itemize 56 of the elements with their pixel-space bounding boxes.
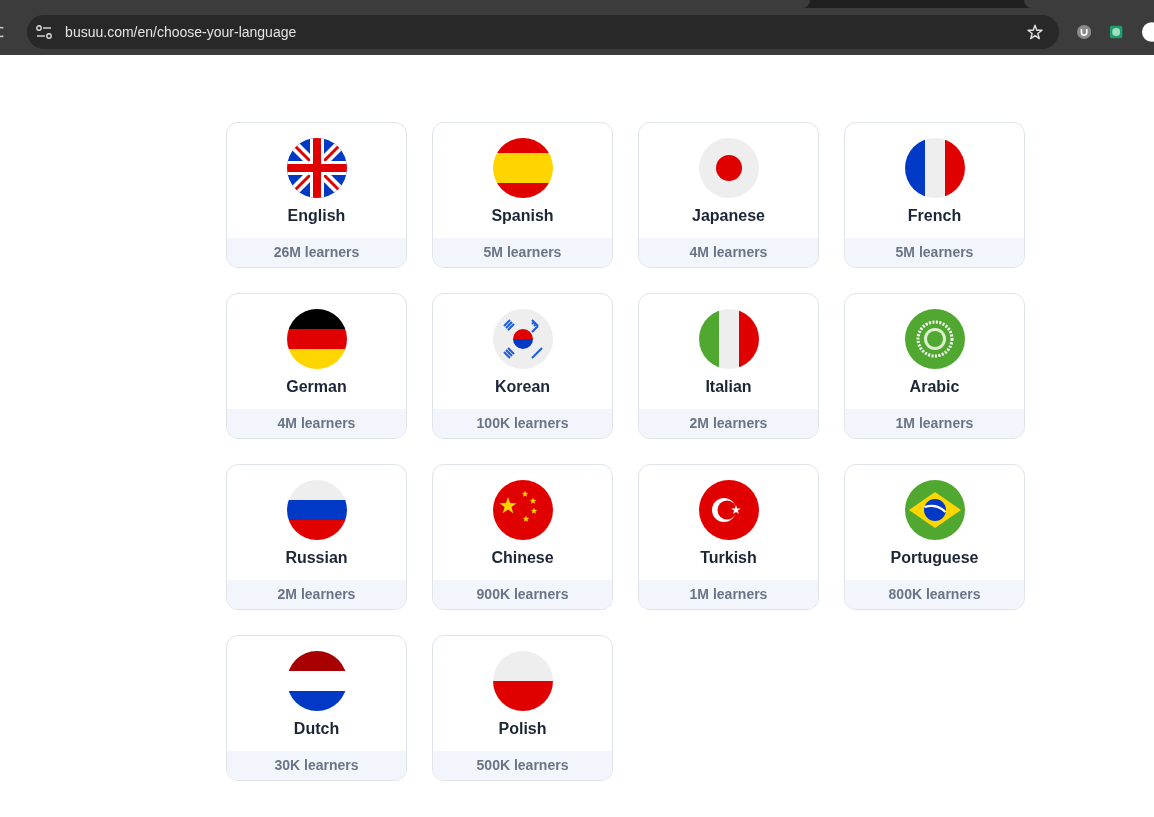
language-card[interactable]: Russian 2M learners <box>226 464 407 610</box>
language-name: Arabic <box>909 378 960 396</box>
language-name: Russian <box>285 549 348 567</box>
language-name: Portuguese <box>890 549 979 567</box>
learner-count: 500K learners <box>433 751 612 780</box>
learner-count: 800K learners <box>845 580 1024 609</box>
language-card[interactable]: English 26M learners <box>226 122 407 268</box>
learner-count: 30K learners <box>227 751 406 780</box>
language-name: French <box>907 207 962 225</box>
language-card[interactable]: Korean 100K learners <box>432 293 613 439</box>
learner-count: 5M learners <box>845 238 1024 267</box>
language-card[interactable]: Spanish 5M learners <box>432 122 613 268</box>
language-card[interactable]: Portuguese 800K learners <box>844 464 1025 610</box>
france-flag-icon <box>904 138 965 198</box>
learner-count: 1M learners <box>845 409 1024 438</box>
learner-count: 4M learners <box>639 238 818 267</box>
language-name: Polish <box>498 720 547 738</box>
language-card[interactable]: French 5M learners <box>844 122 1025 268</box>
learner-count: 26M learners <box>227 238 406 267</box>
language-name: Chinese <box>491 549 554 567</box>
learner-count: 2M learners <box>227 580 406 609</box>
language-card[interactable]: Chinese 900K learners <box>432 464 613 610</box>
learner-count: 5M learners <box>433 238 612 267</box>
language-card[interactable]: Japanese 4M learners <box>638 122 819 268</box>
language-card[interactable]: Dutch 30K learners <box>226 635 407 781</box>
language-name: German <box>286 378 347 396</box>
language-name: Italian <box>705 378 752 396</box>
extension-icon[interactable] <box>1077 23 1092 40</box>
extension-icon[interactable] <box>1109 23 1124 40</box>
russia-flag-icon <box>286 480 347 540</box>
address-bar[interactable]: busuu.com/en/choose-your-language <box>27 14 1060 49</box>
italy-flag-icon <box>698 309 759 369</box>
url-text: busuu.com/en/choose-your-language <box>65 23 298 40</box>
language-name: English <box>287 207 346 225</box>
learner-count: 4M learners <box>227 409 406 438</box>
profile-avatar-icon[interactable] <box>1141 20 1154 43</box>
germany-flag-icon <box>286 309 347 369</box>
learner-count: 1M learners <box>639 580 818 609</box>
site-settings-icon[interactable] <box>35 24 54 39</box>
poland-flag-icon <box>492 651 553 711</box>
language-name: Dutch <box>293 720 340 738</box>
language-card[interactable]: German 4M learners <box>226 293 407 439</box>
language-name: Korean <box>494 378 551 396</box>
reload-icon[interactable] <box>0 24 6 39</box>
bookmark-star-icon[interactable] <box>1027 23 1044 40</box>
language-name: Spanish <box>491 207 554 225</box>
language-name: Turkish <box>700 549 757 567</box>
learner-count: 100K learners <box>433 409 612 438</box>
language-name: Japanese <box>692 207 765 225</box>
spain-flag-icon <box>492 138 553 198</box>
language-card[interactable]: Italian 2M learners <box>638 293 819 439</box>
language-card[interactable]: Turkish 1M learners <box>638 464 819 610</box>
learner-count: 900K learners <box>433 580 612 609</box>
language-card[interactable]: Arabic 1M learners <box>844 293 1025 439</box>
language-card[interactable]: Polish 500K learners <box>432 635 613 781</box>
learner-count: 2M learners <box>639 409 818 438</box>
